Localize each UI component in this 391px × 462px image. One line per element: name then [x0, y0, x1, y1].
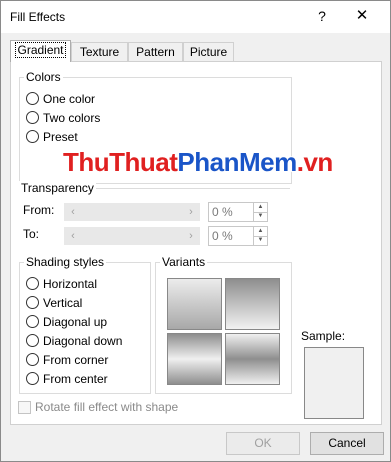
transparency-group: Transparency From: ‹ › 0 % ▲ ▼ To: ‹ › 0… [19, 181, 290, 248]
watermark-part1: ThuThuat [63, 147, 178, 177]
tab-gradient[interactable]: Gradient [10, 40, 71, 62]
sample-preview [304, 347, 364, 419]
sample-label: Sample: [301, 329, 346, 343]
dialog-title: Fill Effects [10, 10, 66, 24]
radio-vertical[interactable]: Vertical [26, 294, 82, 312]
radio-circle-icon [26, 353, 39, 366]
fill-effects-dialog: Fill Effects ? ✕ Gradient Texture Patter… [0, 0, 391, 462]
radio-circle-icon [26, 334, 39, 347]
tab-gradient-label: Gradient [15, 42, 66, 58]
to-label: To: [23, 227, 40, 241]
spin-down-icon[interactable]: ▼ [254, 236, 267, 245]
close-button[interactable]: ✕ [349, 5, 375, 27]
from-value: 0 % [212, 205, 233, 219]
radio-two-colors[interactable]: Two colors [26, 109, 100, 127]
radio-diagonal-down-label: Diagonal down [43, 334, 123, 348]
variant-2[interactable] [225, 278, 280, 330]
radio-two-colors-label: Two colors [43, 111, 101, 125]
radio-from-center-label: From center [43, 372, 108, 386]
watermark-part3: .vn [296, 147, 334, 177]
radio-from-corner[interactable]: From corner [26, 351, 108, 369]
radio-circle-icon [26, 277, 39, 290]
shading-styles-label: Shading styles [24, 255, 107, 269]
variant-1[interactable] [167, 278, 222, 330]
from-label: From: [23, 203, 55, 217]
tab-texture[interactable]: Texture [71, 42, 128, 61]
variants-label: Variants [160, 255, 208, 269]
to-slider[interactable]: ‹ › [64, 227, 200, 245]
radio-diagonal-down[interactable]: Diagonal down [26, 332, 122, 350]
title-bar: Fill Effects ? ✕ [1, 1, 390, 33]
from-spinner[interactable]: 0 % ▲ ▼ [208, 202, 268, 222]
variant-4[interactable] [225, 333, 280, 385]
radio-horizontal-label: Horizontal [43, 277, 98, 291]
spin-down-icon[interactable]: ▼ [254, 212, 267, 221]
gradient-panel: Colors One color Two colors Preset Trans… [10, 61, 382, 425]
radio-circle-icon [26, 372, 39, 385]
help-button[interactable]: ? [309, 5, 335, 27]
radio-vertical-label: Vertical [43, 296, 83, 310]
watermark-logo: ThuThuatPhanMem.vn [63, 147, 333, 178]
radio-circle-icon [26, 130, 39, 143]
rotate-checkbox-label: Rotate fill effect with shape [35, 400, 179, 414]
colors-group-label: Colors [24, 70, 63, 84]
arrow-right-icon[interactable]: › [183, 228, 199, 244]
shading-styles-group: Shading styles Horizontal Vertical Diago… [19, 255, 151, 394]
radio-horizontal[interactable]: Horizontal [26, 275, 97, 293]
arrow-right-icon[interactable]: › [183, 204, 199, 220]
from-slider[interactable]: ‹ › [64, 203, 200, 221]
radio-preset[interactable]: Preset [26, 128, 78, 146]
transparency-group-label: Transparency [19, 181, 96, 195]
variant-3[interactable] [167, 333, 222, 385]
variants-group: Variants [155, 255, 292, 394]
radio-circle-icon [26, 92, 39, 105]
arrow-left-icon[interactable]: ‹ [65, 228, 81, 244]
radio-diagonal-up-label: Diagonal up [43, 315, 108, 329]
from-spin-buttons[interactable]: ▲ ▼ [253, 203, 267, 221]
watermark-part2: PhanMem [177, 147, 297, 177]
radio-diagonal-up[interactable]: Diagonal up [26, 313, 107, 331]
radio-circle-icon [26, 296, 39, 309]
radio-preset-label: Preset [43, 130, 78, 144]
radio-from-center[interactable]: From center [26, 370, 108, 388]
rotate-checkbox[interactable] [18, 401, 31, 414]
to-spin-buttons[interactable]: ▲ ▼ [253, 227, 267, 245]
to-value: 0 % [212, 229, 233, 243]
radio-one-color[interactable]: One color [26, 90, 95, 108]
radio-from-corner-label: From corner [43, 353, 109, 367]
radio-circle-icon [26, 315, 39, 328]
to-spinner[interactable]: 0 % ▲ ▼ [208, 226, 268, 246]
arrow-left-icon[interactable]: ‹ [65, 204, 81, 220]
radio-one-color-label: One color [43, 92, 96, 106]
radio-circle-icon [26, 111, 39, 124]
ok-button[interactable]: OK [226, 432, 300, 455]
tab-picture[interactable]: Picture [183, 42, 234, 61]
cancel-button[interactable]: Cancel [310, 432, 384, 455]
tab-pattern[interactable]: Pattern [128, 42, 183, 61]
